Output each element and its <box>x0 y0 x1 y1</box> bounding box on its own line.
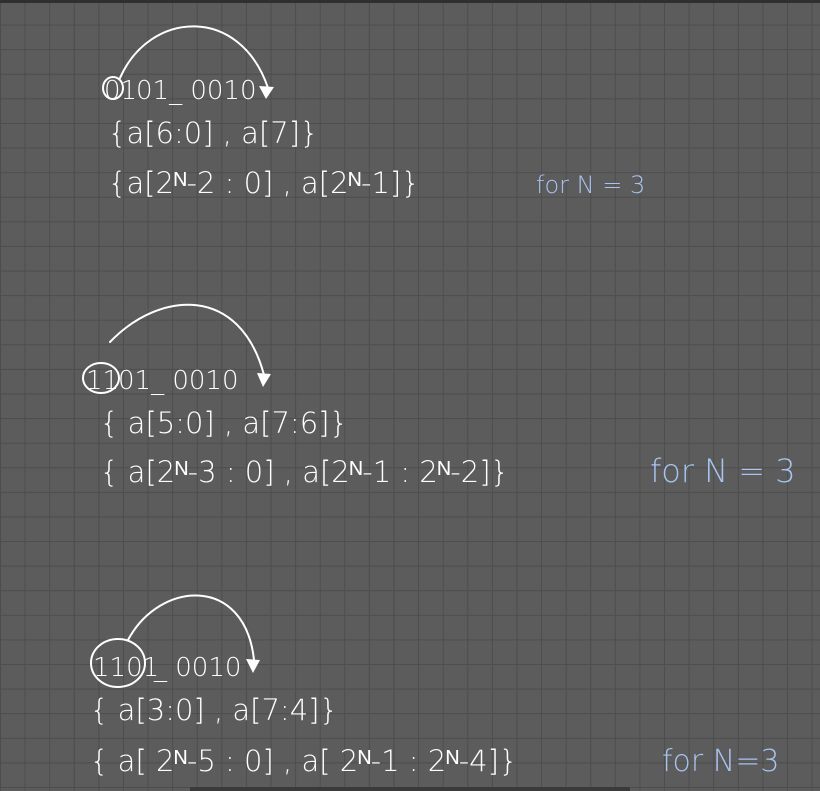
concat-literal: {a[6:0] , a[7]} <box>108 116 318 150</box>
rotation-arrow <box>127 594 255 661</box>
bits-head: 11 <box>86 366 119 396</box>
rotation-arrow <box>109 303 265 376</box>
arrow-head-icon <box>257 373 271 387</box>
note-for-n: for N = 3 <box>536 171 645 199</box>
concat-literal: { a[3:0] , a[7:4]} <box>90 693 338 727</box>
concat-general: {a[2ᴺ-2 : 0] , a[2ᴺ-1]} <box>108 166 420 200</box>
bottom-handle <box>190 787 630 791</box>
note-for-n: for N=3 <box>662 744 779 779</box>
bits-head: 01 <box>104 76 137 106</box>
arrow-head-icon <box>246 659 260 673</box>
rotation-section-3: 1101 _ 0010 { a[3:0] , a[7:4]} { a[ 2ᴺ-5… <box>90 594 779 779</box>
bits-head: 1101 <box>93 653 159 683</box>
arrow-head-icon <box>259 86 274 99</box>
rotation-section-1: 01 01_ 0010 {a[6:0] , a[7]} {a[2ᴺ-2 : 0]… <box>102 25 645 200</box>
note-for-n: for N = 3 <box>650 452 796 490</box>
bits-tail: 01_ 0010 <box>136 76 257 106</box>
bits-tail: _ 0010 <box>153 653 241 683</box>
rotation-section-2: 11 01_ 0010 { a[5:0] , a[7:6]} { a[2ᴺ-3 … <box>82 303 796 490</box>
concat-literal: { a[5:0] , a[7:6]} <box>100 406 348 440</box>
concat-general: { a[ 2ᴺ-5 : 0] , a[ 2ᴺ-1 : 2ᴺ-4]} <box>90 744 517 778</box>
bits-tail: 01_ 0010 <box>118 366 239 396</box>
concat-general: { a[2ᴺ-3 : 0] , a[2ᴺ-1 : 2ᴺ-2]} <box>100 455 509 489</box>
whiteboard-canvas: 01 01_ 0010 {a[6:0] , a[7]} {a[2ᴺ-2 : 0]… <box>82 25 796 779</box>
